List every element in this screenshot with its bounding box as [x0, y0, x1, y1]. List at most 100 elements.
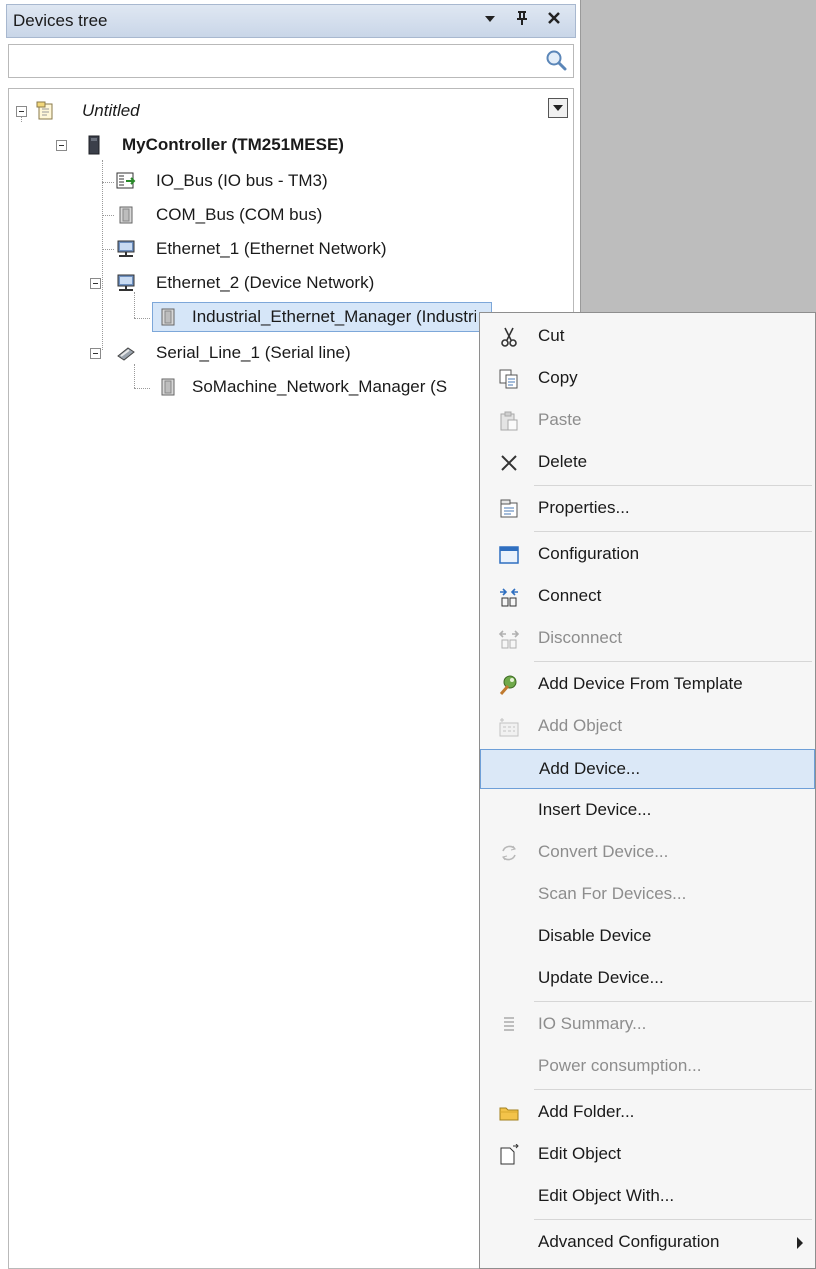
- pin-icon[interactable]: [515, 10, 529, 31]
- panel-titlebar: Devices tree: [6, 4, 576, 38]
- menu-item-io-summary[interactable]: IO Summary...: [480, 1005, 815, 1045]
- tree-item-label: SoMachine_Network_Manager (S: [192, 377, 448, 396]
- menu-item-label: Copy: [538, 368, 578, 387]
- tree-line: [102, 249, 114, 250]
- panel-title: Devices tree: [13, 11, 108, 30]
- folder-icon: [499, 1107, 519, 1121]
- chevron-down-icon: [553, 105, 563, 111]
- menu-separator: [534, 1089, 812, 1090]
- search-icon[interactable]: [545, 49, 567, 71]
- menu-item-delete[interactable]: Delete: [480, 443, 815, 483]
- tree-node-controller[interactable]: MyController (TM251MESE): [56, 130, 456, 160]
- tree-node-ethernet-1[interactable]: Ethernet_1 (Ethernet Network): [116, 234, 436, 264]
- menu-item-label: Insert Device...: [538, 800, 652, 819]
- menu-item-insert-device[interactable]: Insert Device...: [480, 791, 815, 831]
- context-menu: Cut Copy Paste Delete Properties... Conf…: [479, 312, 816, 1269]
- menu-item-label: Configuration: [538, 544, 640, 563]
- submenu-arrow-icon: [797, 1237, 803, 1249]
- menu-item-paste[interactable]: Paste: [480, 401, 815, 441]
- menu-item-add-object[interactable]: Add Object: [480, 707, 815, 747]
- menu-item-advanced-configuration[interactable]: Advanced Configuration: [480, 1223, 815, 1263]
- menu-item-label: IO Summary...: [538, 1014, 647, 1033]
- delete-icon: [501, 455, 517, 471]
- tree-item-label: IO_Bus (IO bus - TM3): [156, 171, 328, 190]
- menu-separator: [534, 1001, 812, 1002]
- tree-node-serial-line-1[interactable]: Serial_Line_1 (Serial line): [90, 338, 430, 368]
- menu-item-label: Update Device...: [538, 968, 664, 987]
- menu-item-connect[interactable]: Connect: [480, 577, 815, 617]
- collapse-icon[interactable]: [90, 278, 101, 289]
- menu-item-cut[interactable]: Cut: [480, 317, 815, 357]
- menu-item-label: Power consumption...: [538, 1056, 702, 1075]
- search-input[interactable]: [8, 44, 574, 78]
- network-icon: [117, 240, 135, 257]
- template-icon: [499, 675, 517, 695]
- io-bus-icon: [116, 172, 136, 189]
- tree-line: [102, 215, 114, 216]
- menu-item-label: Add Object: [538, 716, 623, 735]
- project-icon: [36, 101, 53, 120]
- panel-menu-dropdown-icon[interactable]: [483, 10, 497, 30]
- bus-module-icon: [119, 206, 133, 224]
- tree-node-ethernet-2[interactable]: Ethernet_2 (Device Network): [90, 268, 430, 298]
- menu-item-disconnect[interactable]: Disconnect: [480, 619, 815, 659]
- tree-node-com-bus[interactable]: COM_Bus (COM bus): [116, 200, 416, 230]
- tree-line: [134, 388, 150, 389]
- io-summary-icon: [504, 1017, 514, 1031]
- menu-item-label: Edit Object With...: [538, 1186, 675, 1205]
- add-object-icon: [499, 718, 519, 737]
- menu-item-label: Disable Device: [538, 926, 652, 945]
- menu-item-label: Disconnect: [538, 628, 623, 647]
- configuration-icon: [499, 546, 519, 564]
- tree-node-root[interactable]: Untitled: [16, 96, 316, 126]
- menu-item-label: Connect: [538, 586, 602, 605]
- disconnect-icon: [498, 630, 520, 649]
- menu-item-convert-device[interactable]: Convert Device...: [480, 833, 815, 873]
- menu-item-label: Edit Object: [538, 1144, 622, 1163]
- menu-item-label: Add Folder...: [538, 1102, 635, 1121]
- menu-item-add-device[interactable]: Add Device...: [480, 749, 815, 789]
- close-icon[interactable]: [547, 10, 561, 30]
- tree-node-io-bus[interactable]: IO_Bus (IO bus - TM3): [116, 166, 416, 196]
- tree-item-label: Ethernet_2 (Device Network): [156, 273, 375, 292]
- menu-separator: [534, 661, 812, 662]
- serial-line-icon: [117, 347, 135, 361]
- properties-icon: [500, 499, 518, 518]
- menu-item-label: Convert Device...: [538, 842, 669, 861]
- menu-item-power-consumption[interactable]: Power consumption...: [480, 1047, 815, 1087]
- bus-module-icon: [161, 378, 175, 396]
- menu-item-properties[interactable]: Properties...: [480, 489, 815, 529]
- menu-item-copy[interactable]: Copy: [480, 359, 815, 399]
- menu-item-scan-for-devices[interactable]: Scan For Devices...: [480, 875, 815, 915]
- edit-object-icon: [500, 1144, 519, 1165]
- menu-item-add-device-from-template[interactable]: Add Device From Template: [480, 665, 815, 705]
- menu-item-update-device[interactable]: Update Device...: [480, 959, 815, 999]
- tree-node-somachine-network-manager[interactable]: SoMachine_Network_Manager (S: [156, 372, 478, 402]
- tree-node-industrial-ethernet-manager[interactable]: Industrial_Ethernet_Manager (Industrial …: [156, 302, 476, 332]
- tree-dropdown-button[interactable]: [548, 98, 568, 118]
- menu-item-edit-object[interactable]: Edit Object: [480, 1135, 815, 1175]
- menu-item-label: Cut: [538, 326, 565, 345]
- menu-item-disable-device[interactable]: Disable Device: [480, 917, 815, 957]
- menu-item-label: Delete: [538, 452, 588, 471]
- tree-item-label: COM_Bus (COM bus): [156, 205, 323, 224]
- menu-separator: [534, 485, 812, 486]
- tree-item-label: Ethernet_1 (Ethernet Network): [156, 239, 387, 258]
- menu-item-add-folder[interactable]: Add Folder...: [480, 1093, 815, 1133]
- menu-item-edit-object-with[interactable]: Edit Object With...: [480, 1177, 815, 1217]
- tree-line: [102, 160, 103, 350]
- tree-line: [102, 182, 114, 183]
- collapse-icon[interactable]: [16, 106, 27, 117]
- collapse-icon[interactable]: [56, 140, 67, 151]
- tree-root-label: Untitled: [82, 101, 140, 120]
- bus-module-icon: [161, 308, 175, 326]
- menu-item-label: Paste: [538, 410, 582, 429]
- menu-item-label: Add Device From Template: [538, 674, 743, 693]
- tree-item-label: Serial_Line_1 (Serial line): [156, 343, 351, 362]
- collapse-icon[interactable]: [90, 348, 101, 359]
- menu-separator: [534, 1219, 812, 1220]
- convert-icon: [502, 845, 516, 861]
- scissors-icon: [501, 327, 517, 347]
- tree-controller-label: MyController (TM251MESE): [122, 135, 344, 154]
- menu-item-configuration[interactable]: Configuration: [480, 535, 815, 575]
